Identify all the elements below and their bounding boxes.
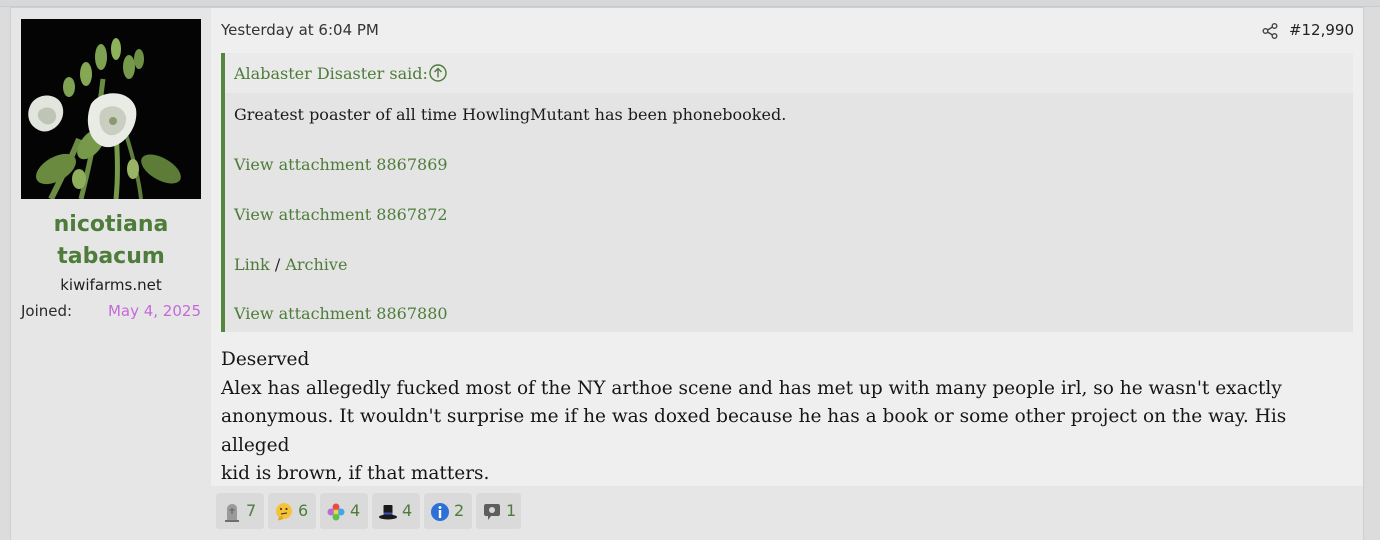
post-number-link[interactable]: #12,990 [1289, 21, 1354, 39]
username-line-1: nicotiana [53, 212, 169, 237]
message-line: Deserved [221, 349, 310, 370]
page: nicotiana tabacum kiwifarms.net Joined: … [0, 0, 1380, 540]
quote-block: Alabaster Disaster said: Greatest poaste… [221, 53, 1353, 332]
message-line: anonymous. It wouldn't surprise me if he… [221, 406, 1287, 456]
post-main: Yesterday at 6:04 PM #12,990 Alabaster D… [211, 8, 1363, 486]
forum-post: nicotiana tabacum kiwifarms.net Joined: … [10, 7, 1364, 540]
arrow-up-circle-icon[interactable] [428, 63, 448, 83]
link-archive-row: Link / Archive [234, 255, 347, 274]
message-line: kid is brown, if that matters. [221, 463, 490, 485]
message-line: Alex has allegedly fucked most of the NY… [221, 377, 1282, 399]
share-icon[interactable] [1261, 22, 1279, 40]
user-title: kiwifarms.net [60, 276, 162, 294]
quote-header: Alabaster Disaster said: [225, 53, 1353, 93]
reaction-count: 7 [246, 501, 257, 520]
informative-i-icon [431, 503, 449, 521]
joined-label: Joined: [21, 302, 73, 320]
user-sidebar: nicotiana tabacum kiwifarms.net Joined: … [11, 8, 211, 539]
message-body: Deserved Alex has allegedly fucked most … [221, 346, 1356, 489]
reaction-count: 6 [298, 501, 309, 520]
thinking-face-icon [276, 503, 292, 521]
colorful-flower-icon [327, 503, 345, 521]
gravestone-icon [225, 504, 239, 522]
joined-date: May 4, 2025 [107, 302, 201, 320]
post-date-link[interactable]: Yesterday at 6:04 PM [221, 21, 379, 39]
attachment-link-2[interactable]: View attachment 8867872 [234, 205, 448, 224]
reaction-informative[interactable]: 2 [424, 493, 472, 529]
link-separator: / [274, 255, 281, 274]
reaction-count: 4 [350, 501, 361, 520]
reaction-count: 1 [506, 501, 517, 520]
speech-bubble-icon [484, 504, 500, 520]
attachment-link-1[interactable]: View attachment 8867869 [234, 155, 448, 174]
avatar[interactable] [21, 19, 201, 199]
reaction-count: 4 [402, 501, 413, 520]
quote-author-link[interactable]: Alabaster Disaster said: [234, 64, 428, 83]
reaction-speech-bubble[interactable]: 1 [476, 493, 521, 529]
avatar-image [21, 19, 201, 199]
attachment-link-3[interactable]: View attachment 8867880 [234, 304, 448, 323]
previous-post-edge [0, 0, 1380, 7]
quote-text: Greatest poaster of all time HowlingMuta… [234, 105, 787, 124]
reaction-thinking[interactable]: 6 [268, 493, 316, 529]
reaction-count: 2 [454, 501, 465, 520]
reaction-gravestone[interactable]: 7 [216, 493, 264, 529]
link-link[interactable]: Link [234, 255, 270, 274]
reaction-flower[interactable]: 4 [320, 493, 368, 529]
top-hat-icon [379, 505, 397, 520]
username-line-2: tabacum [57, 244, 165, 269]
joined-info: Joined: May 4, 2025 [21, 302, 201, 324]
post-header: Yesterday at 6:04 PM #12,990 [221, 21, 1354, 43]
username[interactable]: nicotiana tabacum [21, 209, 201, 273]
reaction-top-hat[interactable]: 4 [372, 493, 420, 529]
archive-link[interactable]: Archive [285, 255, 347, 274]
